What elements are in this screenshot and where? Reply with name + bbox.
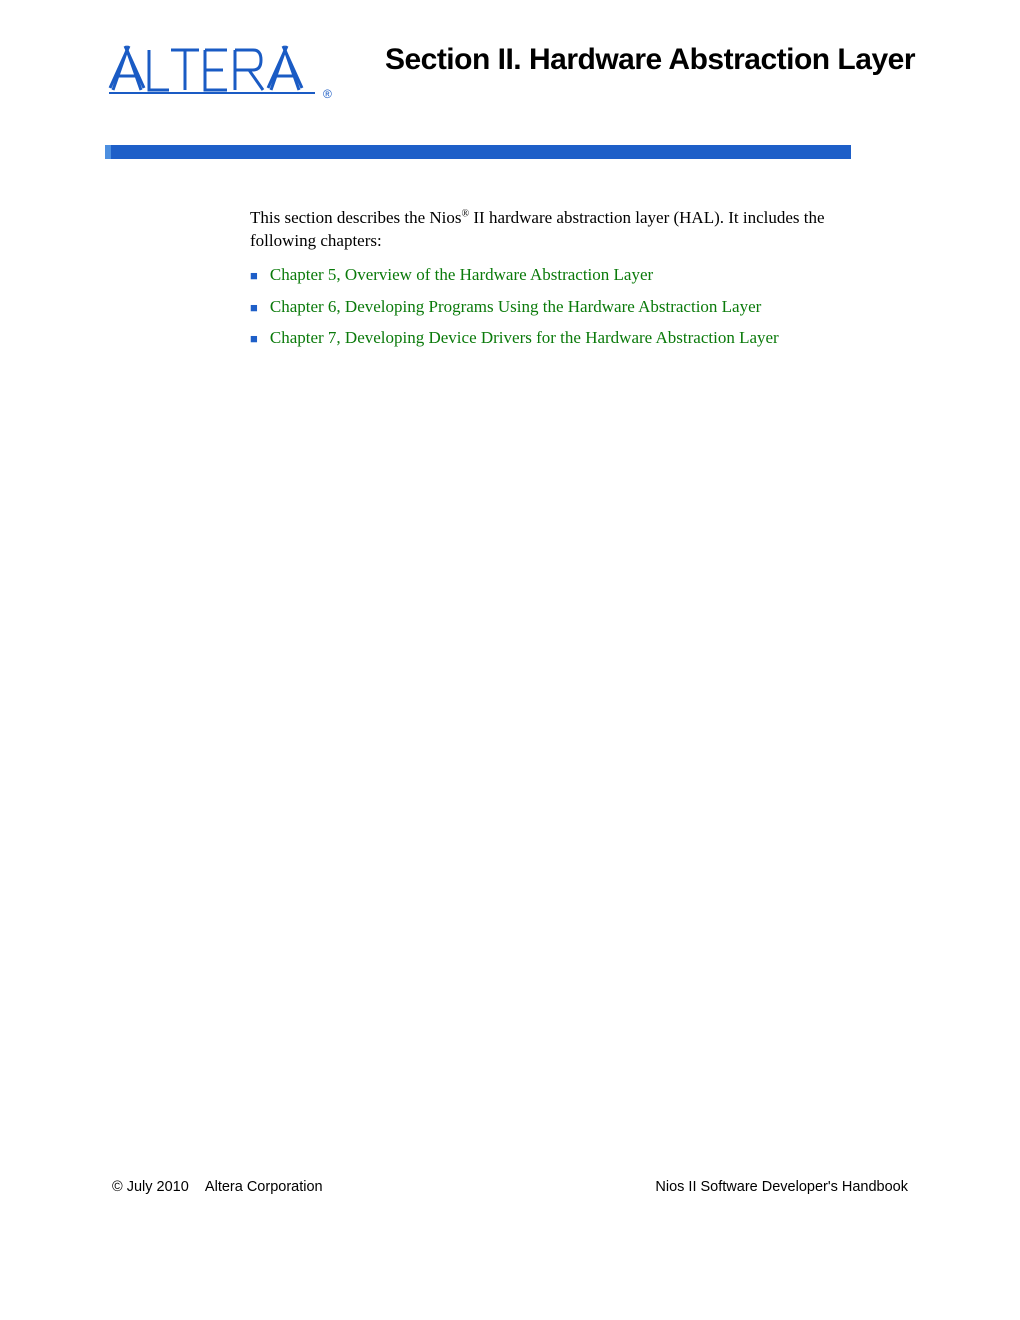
company-text: Altera Corporation	[205, 1179, 323, 1195]
header-row: ® Section II. Hardware Abstraction Layer	[105, 35, 915, 105]
divider-bar	[105, 145, 851, 159]
list-item: ■ Chapter 5, Overview of the Hardware Ab…	[250, 263, 840, 287]
chapter-link[interactable]: Chapter 6, Developing Programs Using the…	[270, 295, 761, 319]
content-area: This section describes the Nios® II hard…	[250, 207, 840, 350]
section-title: Section II. Hardware Abstraction Layer	[385, 43, 915, 77]
square-bullet-icon: ■	[250, 330, 258, 348]
square-bullet-icon: ■	[250, 299, 258, 317]
chapter-list: ■ Chapter 5, Overview of the Hardware Ab…	[250, 263, 840, 350]
copyright-text: © July 2010	[112, 1179, 189, 1195]
page-container: ® Section II. Hardware Abstraction Layer…	[0, 0, 1020, 1320]
registered-mark: ®	[462, 208, 470, 219]
chapter-link[interactable]: Chapter 7, Developing Device Drivers for…	[270, 326, 779, 350]
chapter-link[interactable]: Chapter 5, Overview of the Hardware Abst…	[270, 263, 653, 287]
list-item: ■ Chapter 6, Developing Programs Using t…	[250, 295, 840, 319]
footer-right: Nios II Software Developer's Handbook	[655, 1179, 908, 1195]
intro-text-pre: This section describes the Nios	[250, 208, 462, 227]
svg-text:®: ®	[323, 87, 332, 100]
altera-logo: ®	[105, 40, 340, 105]
list-item: ■ Chapter 7, Developing Device Drivers f…	[250, 326, 840, 350]
page-footer: © July 2010 Altera Corporation Nios II S…	[112, 1179, 908, 1195]
square-bullet-icon: ■	[250, 267, 258, 285]
intro-paragraph: This section describes the Nios® II hard…	[250, 207, 840, 253]
footer-left: © July 2010 Altera Corporation	[112, 1179, 323, 1195]
